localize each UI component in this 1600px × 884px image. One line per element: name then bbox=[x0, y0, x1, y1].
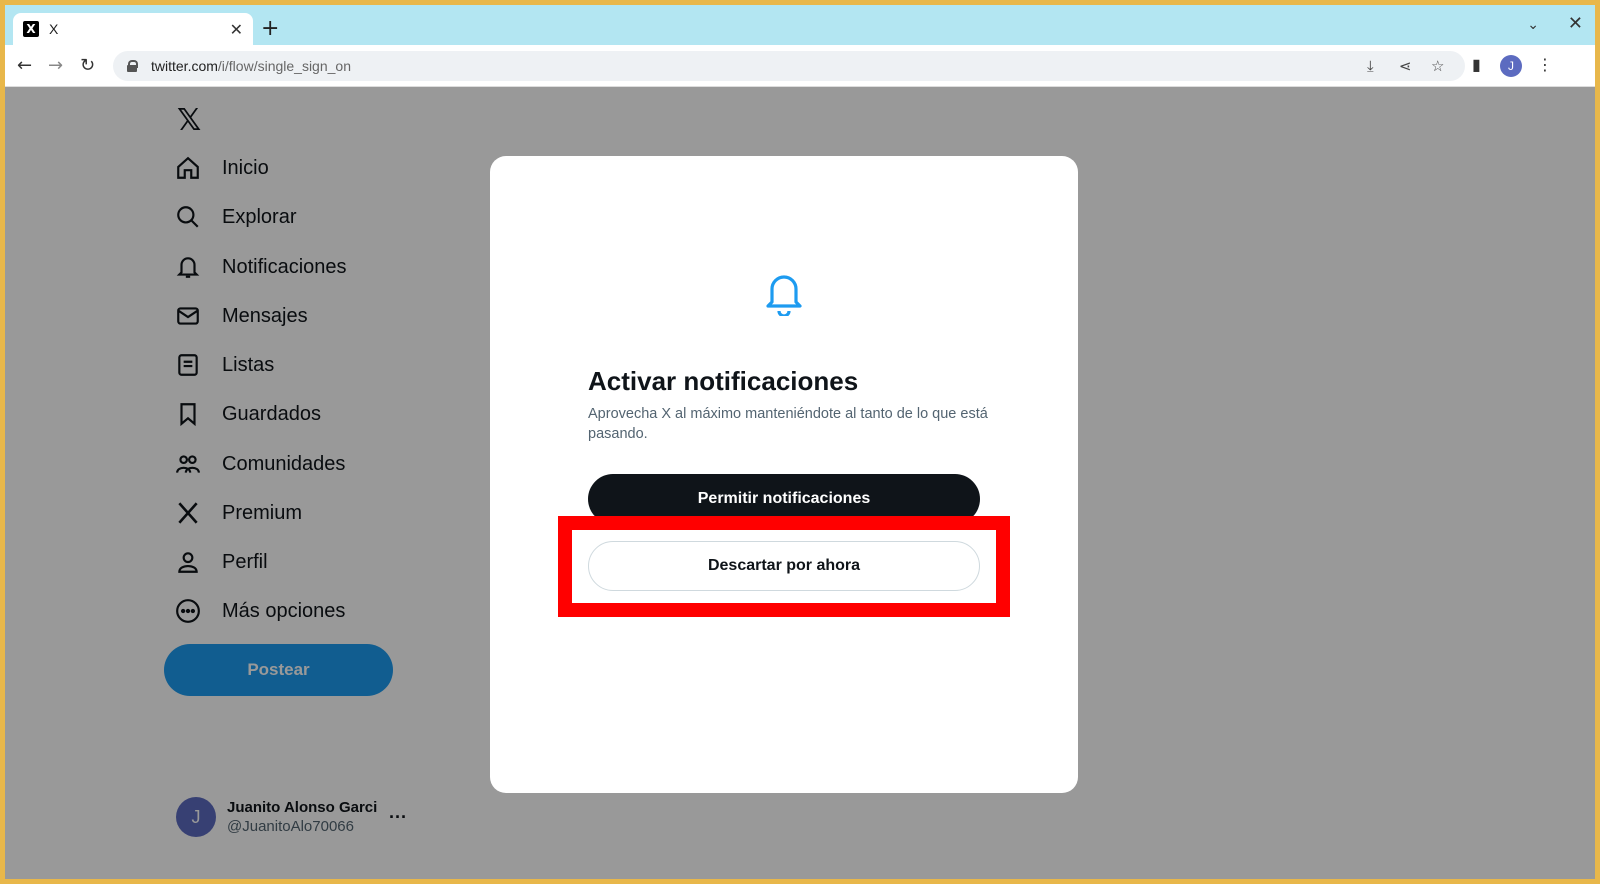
browser-menu-icon[interactable]: ⋮ bbox=[1537, 55, 1553, 74]
browser-window: X X ✕ + ⌄ ✕ ← → ↻ twitter.com/i/flow/sin… bbox=[5, 5, 1595, 879]
side-panel-icon[interactable]: ▮ bbox=[1472, 55, 1481, 74]
install-app-icon[interactable]: ⤓ bbox=[1367, 57, 1374, 75]
share-icon[interactable]: ⋖ bbox=[1399, 57, 1412, 75]
page-content: 𝕏 Inicio Explorar Notificaciones Mensaje… bbox=[5, 87, 1595, 879]
tab-x[interactable]: X X ✕ bbox=[13, 13, 253, 45]
modal-title: Activar notificaciones bbox=[588, 366, 859, 396]
window-close-button[interactable]: ✕ bbox=[1568, 13, 1583, 34]
modal-description: Aprovecha X al máximo manteniéndote al t… bbox=[588, 406, 988, 442]
lock-icon[interactable] bbox=[127, 60, 138, 72]
address-bar[interactable]: twitter.com/i/flow/single_sign_on ⤓ ⋖ ☆ bbox=[113, 51, 1465, 81]
x-favicon-icon: X bbox=[23, 21, 39, 37]
reload-icon[interactable]: ↻ bbox=[80, 55, 95, 76]
tab-title: X bbox=[49, 21, 59, 37]
url-text: twitter.com/i/flow/single_sign_on bbox=[151, 58, 351, 74]
forward-arrow-icon[interactable]: → bbox=[48, 55, 63, 76]
bookmark-star-icon[interactable]: ☆ bbox=[1431, 57, 1444, 75]
highlight-box bbox=[558, 516, 1010, 617]
tab-close-icon[interactable]: ✕ bbox=[230, 20, 243, 39]
url-domain: twitter.com bbox=[151, 58, 218, 74]
url-path: /i/flow/single_sign_on bbox=[217, 58, 351, 74]
notifications-modal: Activar notificaciones Aprovecha X al má… bbox=[490, 156, 1078, 793]
browser-profile-avatar[interactable]: J bbox=[1500, 55, 1522, 77]
bell-icon bbox=[764, 272, 804, 321]
back-arrow-icon[interactable]: ← bbox=[17, 55, 32, 76]
new-tab-button[interactable]: + bbox=[261, 16, 279, 41]
tab-strip: X X ✕ + ⌄ ✕ bbox=[5, 5, 1595, 45]
browser-toolbar: ← → ↻ twitter.com/i/flow/single_sign_on … bbox=[5, 45, 1595, 87]
tab-list-chevron-icon[interactable]: ⌄ bbox=[1527, 17, 1539, 33]
